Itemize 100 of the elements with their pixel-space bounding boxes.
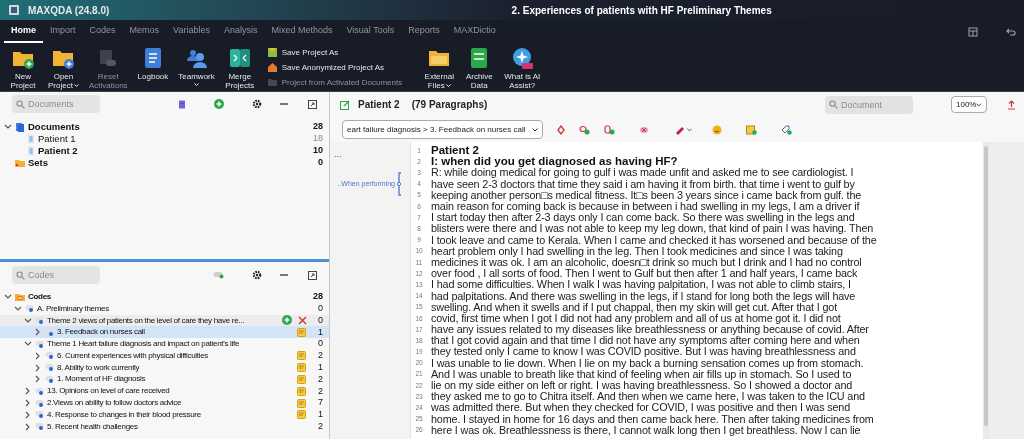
ribbon-tab[interactable]: MAXDictio [446, 20, 503, 43]
transcript-line: keeping another person□s medical fitness. It□s been 3 years since i came back from gulf. the [430, 189, 862, 201]
collapse-icon[interactable] [24, 316, 32, 325]
code-item[interactable]: 2.Views on ability to follow doctors advice [47, 397, 182, 410]
code-item[interactable]: 6. Current experiences with physical difficulties [57, 349, 208, 362]
document-icon [27, 134, 35, 144]
documents-search-field[interactable]: Documents [12, 95, 100, 113]
undock-icon[interactable] [308, 99, 317, 109]
transcript-line: main reason for coming back is because in between i had swelling in my legs, I am a driver if [430, 201, 860, 213]
ribbon-tab[interactable]: Import [43, 20, 83, 43]
ribbon-tab[interactable]: Memos [122, 20, 167, 43]
expand-icon[interactable] [34, 351, 42, 360]
diamond-icon[interactable] [556, 124, 565, 135]
ribbon-button[interactable]: External Files [420, 43, 459, 91]
undock-icon[interactable] [308, 270, 317, 280]
count-label: 1 [317, 360, 323, 374]
heading-text: I: when did you get diagnosed as having HF? [430, 156, 678, 168]
window-title: 2. Experiences of patients with HF Preliminary Themes [511, 3, 772, 18]
code-item[interactable]: 3. Feedback on nurses call [57, 326, 145, 339]
document-name: Patient 2 [358, 98, 400, 112]
caret-icon [686, 127, 692, 132]
ribbon-button[interactable]: Logbook [133, 43, 173, 91]
code-remove-icon[interactable] [638, 124, 650, 135]
code-icon [45, 363, 54, 373]
minimize-icon[interactable] [280, 100, 288, 108]
ribbon-tab[interactable]: Mixed Methods [264, 20, 340, 43]
collapse-icon[interactable] [4, 292, 12, 301]
add-icon[interactable] [281, 315, 292, 326]
collapse-icon[interactable] [14, 304, 22, 313]
ribbon-button[interactable]: New Project [4, 43, 42, 91]
ribbon-tab[interactable]: Reports [401, 20, 447, 43]
paragraph-count: (79 Paragraphs) [411, 98, 488, 112]
upload-icon[interactable] [1007, 99, 1016, 110]
code-item[interactable]: 1. Moment of HF diagnosis [57, 373, 146, 386]
ribbon-tab[interactable]: Variables [166, 20, 217, 43]
minimize-icon[interactable] [280, 271, 288, 279]
ribbon-button[interactable]: Open Project [44, 43, 83, 91]
code-item[interactable]: 13. Opinions on level of care received [47, 385, 170, 398]
zoom-dropdown[interactable]: 100% [951, 96, 987, 113]
expand-icon[interactable] [34, 363, 42, 372]
transcript-line: covid, first time when I got I did not had any problem and all of us at home got it. I did not [430, 312, 841, 324]
ribbon-tab[interactable]: Visual Tools [339, 20, 402, 43]
code-item[interactable]: 4. Response to changes in their blood pressure [47, 408, 201, 421]
add-icon[interactable] [214, 99, 224, 109]
heading-text: Patient 2 [430, 145, 479, 157]
more-label[interactable]: ... [330, 150, 342, 158]
tag-icon[interactable] [780, 124, 792, 135]
code-item[interactable]: 5. Recent health challenges [47, 420, 138, 433]
house-icon [266, 61, 278, 73]
code-add-icon[interactable] [578, 124, 590, 135]
settings-icon[interactable] [252, 270, 262, 280]
code-item[interactable]: Theme 2 views of patients on the level of care they have re... [47, 314, 245, 327]
app-logo-icon [8, 4, 20, 16]
code-icon [45, 327, 54, 337]
undo-icon[interactable] [1006, 26, 1016, 37]
expand-icon[interactable] [24, 422, 32, 431]
code-icon [35, 398, 44, 408]
code-item[interactable]: Codes [28, 290, 51, 303]
expand-icon[interactable] [24, 399, 32, 408]
folder-icon [266, 76, 278, 88]
ribbon-tab[interactable]: Codes [82, 20, 123, 43]
ribbon-button[interactable]: Save Project As [266, 46, 339, 58]
document-icon[interactable] [178, 99, 186, 109]
emoticon-icon[interactable] [711, 124, 722, 135]
count-label: 1 [317, 325, 323, 339]
transcript-line: medicines it was ok. I am an alcoholic, doesn□t drink so much but I drink and I had no control [430, 256, 862, 268]
expand-icon[interactable] [34, 328, 42, 337]
code-icon [35, 339, 44, 349]
code-icon [35, 386, 44, 396]
expand-icon[interactable] [24, 410, 32, 419]
ribbon-tab[interactable]: Analysis [216, 20, 265, 43]
ribbon-button[interactable]: Save Anonymized Project As [266, 61, 385, 73]
scrollbar-thumb[interactable] [984, 146, 988, 426]
coding-bracket-icon[interactable] [397, 172, 402, 196]
code-link-icon[interactable] [603, 124, 615, 135]
code-item[interactable]: Theme 1 Heart failure diagnosis and impact on patient's life [47, 338, 240, 351]
count-label: 0 [317, 337, 323, 351]
code-item[interactable]: A. Preliminary themes [37, 302, 109, 315]
ribbon-button[interactable]: Teamwork [174, 43, 219, 91]
document-icon [27, 146, 35, 156]
delete-icon[interactable] [297, 316, 307, 325]
ribbon-button[interactable]: What is AI Assist? [500, 43, 545, 91]
code-icon [25, 304, 34, 314]
expand-icon[interactable] [24, 387, 32, 396]
transcript-line: blisters were there and I was not able to keep my leg down, that kind of pain I was having. Then [430, 223, 874, 235]
code-path-dropdown[interactable]: eart failure diagnosis > 3. Feedback on nurses call [342, 120, 543, 139]
code-item[interactable]: 8. Ability to work currently [57, 361, 140, 374]
code-icon [35, 422, 44, 432]
expand-icon[interactable] [34, 375, 42, 384]
collapse-icon[interactable] [4, 123, 12, 131]
settings-icon[interactable] [252, 99, 262, 109]
edit-icon[interactable] [340, 99, 350, 110]
toggle-icon[interactable] [213, 271, 224, 279]
ribbon-button[interactable]: Archive Data [460, 43, 499, 91]
count-label: 0 [317, 156, 323, 170]
document-search-field[interactable]: Document [825, 95, 913, 114]
count-label: 1 [317, 408, 323, 422]
codes-search-field[interactable]: Codes [12, 266, 100, 284]
ribbon-button[interactable]: Merge Projects [220, 43, 259, 91]
layout-icon[interactable] [968, 26, 978, 37]
